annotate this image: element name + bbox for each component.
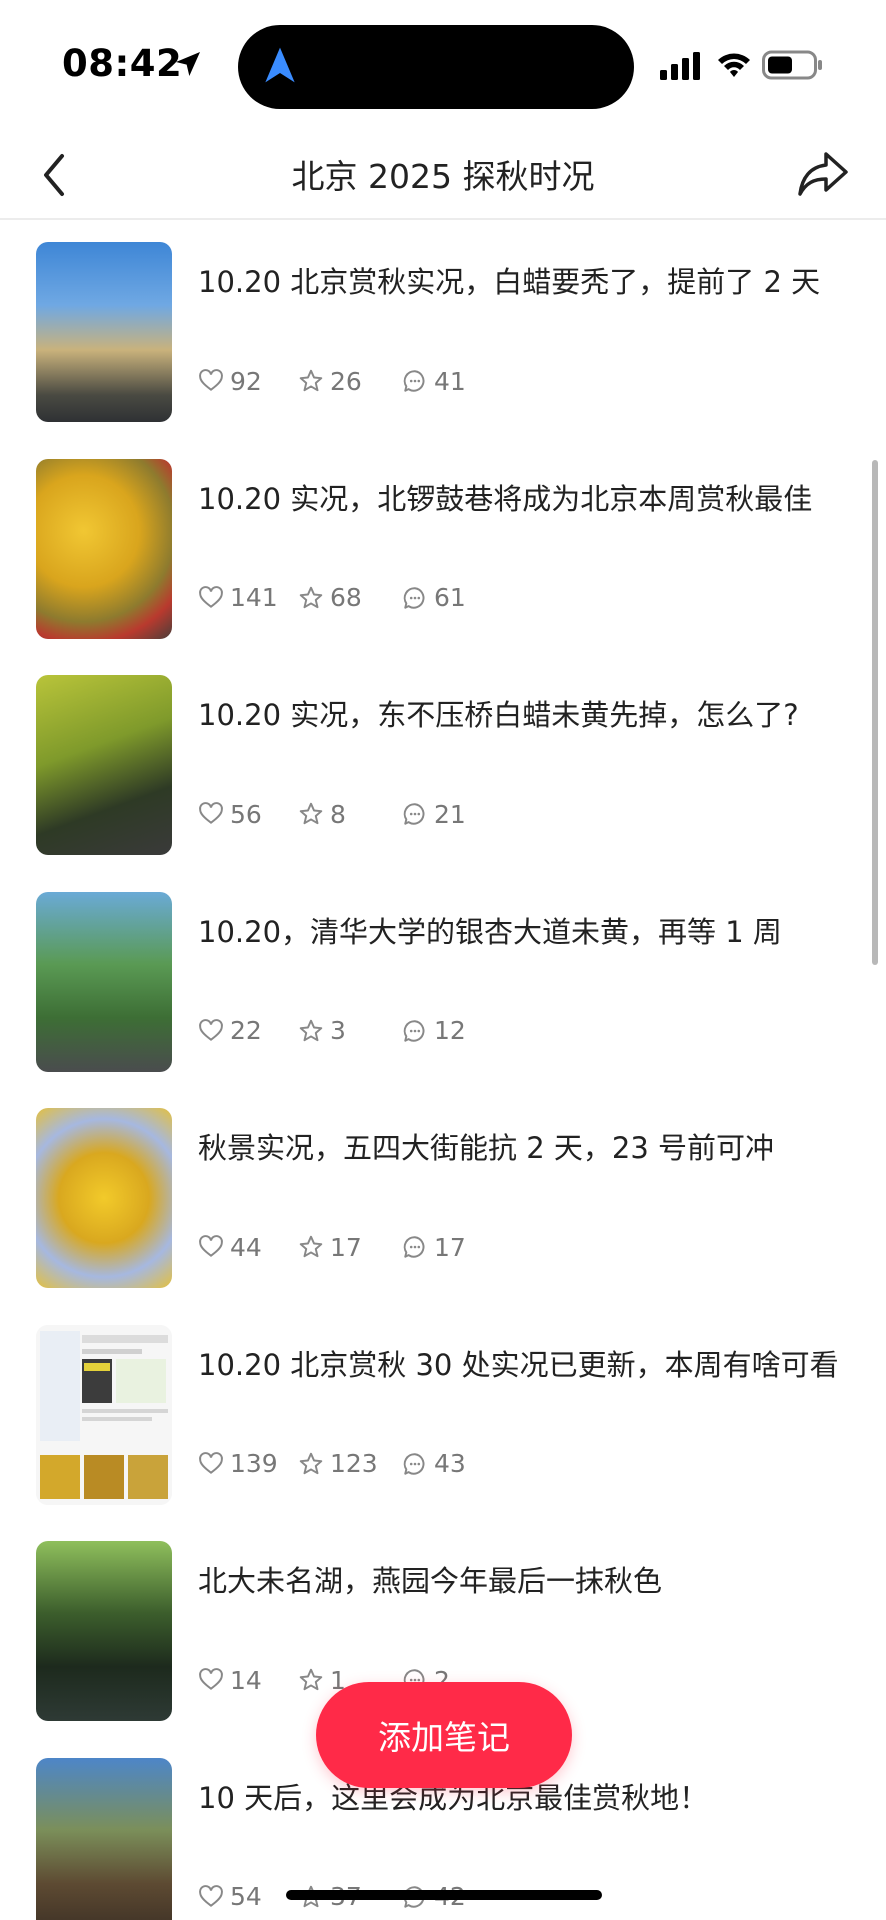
- like-count[interactable]: 56: [198, 800, 298, 829]
- comment-count[interactable]: 61: [402, 583, 466, 612]
- heart-icon: [199, 1668, 223, 1690]
- star-icon: [299, 586, 323, 608]
- heart-icon: [199, 1235, 223, 1257]
- star-icon: [299, 1668, 323, 1691]
- star-icon: [299, 369, 323, 392]
- comment-count[interactable]: 17: [402, 1233, 466, 1262]
- note-thumbnail: [36, 1324, 172, 1505]
- comment-icon: [403, 586, 425, 609]
- note-thumbnail: [36, 891, 172, 1072]
- like-count[interactable]: 14: [198, 1666, 298, 1695]
- like-count[interactable]: 141: [198, 583, 298, 612]
- star-count[interactable]: 68: [298, 583, 402, 612]
- list-item[interactable]: 10.20 北京赏秋 30 处实况已更新，本周有啥可看 139 123 43: [0, 1305, 886, 1522]
- note-title: 10.20 北京赏秋实况，白蜡要秃了，提前了 2 天: [198, 265, 821, 299]
- heart-icon: [199, 585, 223, 608]
- star-count[interactable]: 8: [298, 800, 402, 829]
- note-stats: 44 17 17: [198, 1230, 466, 1264]
- comment-count[interactable]: 21: [402, 800, 466, 829]
- list-item[interactable]: 10.20 实况，东不压桥白蜡未黄先掉，怎么了? 56 8 21: [0, 655, 886, 872]
- like-count[interactable]: 54: [198, 1882, 298, 1911]
- list-item[interactable]: 秋景实况，五四大街能抗 2 天，23 号前可冲 44 17 17: [0, 1088, 886, 1305]
- like-count[interactable]: 92: [198, 367, 298, 396]
- comment-icon: [403, 1019, 425, 1042]
- list-item[interactable]: 10.20 实况，北锣鼓巷将成为北京本周赏秋最佳 141 68 61: [0, 439, 886, 656]
- note-title: 10.20 北京赏秋 30 处实况已更新，本周有啥可看: [198, 1347, 839, 1382]
- notes-list: 10.20 北京赏秋实况，白蜡要秃了，提前了 2 天 92 26 41 10.2…: [0, 222, 886, 1920]
- page-title: 北京 2025 探秋时况: [291, 157, 595, 196]
- heart-icon: [199, 369, 223, 391]
- heart-icon: [199, 802, 223, 824]
- star-count[interactable]: 3: [298, 1016, 402, 1045]
- heart-icon: [199, 1018, 223, 1041]
- comment-icon: [403, 1452, 425, 1475]
- home-indicator[interactable]: [286, 1890, 602, 1900]
- note-title: 北大未名湖，燕园今年最后一抹秋色: [198, 1564, 663, 1598]
- heart-icon: [199, 1451, 223, 1474]
- list-item[interactable]: 10.20 北京赏秋实况，白蜡要秃了，提前了 2 天 92 26 41: [0, 222, 886, 439]
- app-screen: 08:42 北京 2025 探秋时况 10.20 北京赏秋实况，白蜡要秃了，提前…: [0, 0, 886, 1920]
- note-thumbnail: [36, 1541, 172, 1721]
- navigation-arrow-icon: [265, 47, 295, 83]
- note-title: 10.20 实况，北锣鼓巷将成为北京本周赏秋最佳: [198, 481, 813, 516]
- comment-count[interactable]: 12: [402, 1016, 466, 1045]
- comment-icon: [403, 1236, 425, 1258]
- note-thumbnail: [36, 458, 172, 639]
- note-title: 10.20，清华大学的银杏大道未黄，再等 1 周: [198, 914, 782, 949]
- document-preview-image: [36, 1324, 172, 1505]
- add-note-button[interactable]: 添加笔记: [316, 1682, 572, 1788]
- star-count[interactable]: 123: [298, 1449, 402, 1478]
- note-stats: 139 123 43: [198, 1447, 466, 1481]
- note-stats: 56 8 21: [198, 797, 466, 831]
- note-title: 秋景实况，五四大街能抗 2 天，23 号前可冲: [198, 1131, 775, 1165]
- like-count[interactable]: 44: [198, 1233, 298, 1262]
- heart-icon: [199, 1884, 223, 1907]
- note-stats: 141 68 61: [198, 581, 466, 615]
- star-icon: [299, 802, 323, 825]
- scrollbar[interactable]: [872, 460, 878, 965]
- star-icon: [299, 1452, 323, 1474]
- note-title: 10.20 实况，东不压桥白蜡未黄先掉，怎么了?: [198, 698, 799, 732]
- star-icon: [299, 1019, 323, 1041]
- wifi-icon: [718, 53, 750, 77]
- star-count[interactable]: 17: [298, 1233, 402, 1262]
- like-count[interactable]: 22: [198, 1016, 298, 1045]
- star-icon: [299, 1235, 323, 1258]
- comment-icon: [403, 370, 425, 392]
- list-item[interactable]: 10.20，清华大学的银杏大道未黄，再等 1 周 22 3 12: [0, 872, 886, 1089]
- note-thumbnail: [36, 242, 172, 422]
- share-arrow-icon: [798, 152, 848, 196]
- note-thumbnail: [36, 1108, 172, 1288]
- note-thumbnail: [36, 1757, 172, 1920]
- note-stats: 92 26 41: [198, 364, 466, 398]
- share-button[interactable]: [796, 148, 850, 200]
- status-time: 08:42: [62, 42, 183, 85]
- nav-bar: 北京 2025 探秋时况: [0, 130, 886, 220]
- cellular-signal-icon: [660, 52, 700, 80]
- star-count[interactable]: 26: [298, 367, 402, 396]
- note-thumbnail: [36, 675, 172, 855]
- comment-count[interactable]: 43: [402, 1449, 466, 1478]
- status-bar: 08:42: [0, 0, 886, 130]
- note-stats: 22 3 12: [198, 1014, 466, 1048]
- like-count[interactable]: 139: [198, 1449, 298, 1478]
- location-arrow-icon: [176, 52, 200, 76]
- dynamic-island: [238, 25, 634, 109]
- comment-count[interactable]: 41: [402, 367, 466, 396]
- comment-icon: [403, 803, 425, 825]
- battery-icon: [762, 50, 822, 80]
